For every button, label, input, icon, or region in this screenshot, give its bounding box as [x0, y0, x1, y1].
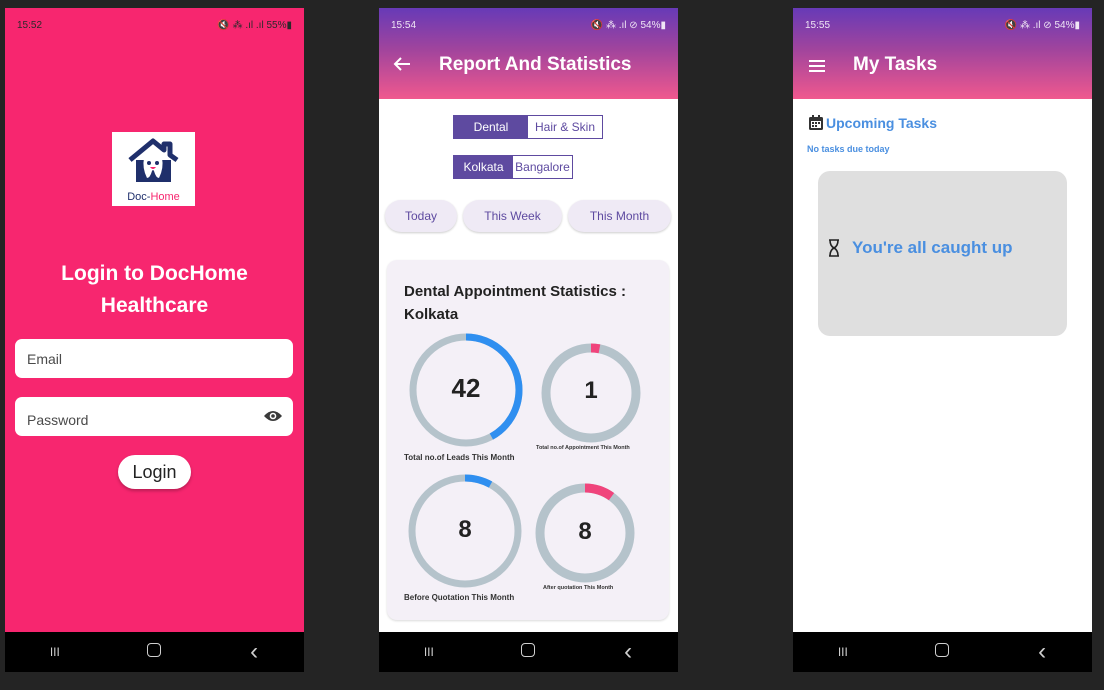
- home-button[interactable]: [508, 642, 548, 662]
- chip-this-week[interactable]: This Week: [463, 200, 562, 232]
- system-nav-bar: III ‹: [379, 632, 678, 672]
- category-toggle: Dental Hair & Skin: [453, 115, 603, 139]
- password-field[interactable]: Password: [15, 397, 293, 436]
- password-placeholder: Password: [27, 411, 89, 428]
- recents-button[interactable]: III: [823, 645, 863, 659]
- back-arrow-icon[interactable]: [393, 56, 411, 72]
- chip-this-month[interactable]: This Month: [568, 200, 671, 232]
- status-icons: 🔇 ⁂ .ıl ⊘ 54%▮: [590, 19, 666, 31]
- status-bar: 15:54 🔇 ⁂ .ıl ⊘ 54%▮: [379, 8, 678, 42]
- status-time: 15:52: [17, 19, 43, 31]
- after-quotation-caption: After quotation This Month: [543, 585, 614, 591]
- hamburger-menu-icon[interactable]: [809, 60, 825, 72]
- stats-card: Dental Appointment Statistics : Kolkata …: [387, 260, 669, 620]
- home-icon: [935, 642, 950, 657]
- house-tooth-icon: [128, 138, 179, 182]
- before-quotation-caption: Before Quotation This Month: [404, 593, 515, 602]
- home-button[interactable]: [134, 642, 174, 662]
- status-time: 15:54: [391, 19, 417, 31]
- status-bar: 15:52 🔇 ⁂ .ıl .ıl 55%▮: [5, 8, 304, 42]
- back-button[interactable]: ‹: [1022, 638, 1062, 666]
- upcoming-tasks-label: Upcoming Tasks: [826, 115, 937, 131]
- card-title: Dental Appointment Statistics : Kolkata: [404, 283, 626, 323]
- recents-button[interactable]: III: [409, 645, 449, 659]
- before-quotation-value: 8: [458, 516, 472, 543]
- upcoming-tasks-heading: Upcoming Tasks: [808, 115, 937, 131]
- dochome-logo: Doc-Home: [112, 132, 195, 206]
- after-quotation-value: 8: [578, 518, 592, 545]
- logo-text: Doc-Home: [127, 191, 180, 203]
- appointments-value: 1: [584, 377, 598, 404]
- login-title: Login to DocHome Healthcare: [61, 262, 248, 317]
- report-screen: 15:54 🔇 ⁂ .ıl ⊘ 54%▮ Report And Statisti…: [379, 8, 678, 672]
- back-button[interactable]: ‹: [234, 638, 274, 666]
- tab-kolkata[interactable]: Kolkata: [454, 156, 513, 178]
- chip-today[interactable]: Today: [385, 200, 457, 232]
- app-bar: 15:55 🔇 ⁂ .ıl ⊘ 54%▮ My Tasks: [793, 8, 1092, 99]
- recents-button[interactable]: III: [35, 645, 75, 659]
- tab-bangalore[interactable]: Bangalore: [513, 156, 572, 178]
- system-nav-bar: III ‹: [5, 632, 304, 672]
- status-time: 15:55: [805, 19, 831, 31]
- home-button[interactable]: [922, 642, 962, 662]
- status-bar: 15:55 🔇 ⁂ .ıl ⊘ 54%▮: [793, 8, 1092, 42]
- tab-hair-skin[interactable]: Hair & Skin: [528, 116, 602, 138]
- caught-up-message: You're all caught up: [828, 238, 1013, 258]
- leads-value: 42: [451, 373, 481, 403]
- app-bar: 15:54 🔇 ⁂ .ıl ⊘ 54%▮ Report And Statisti…: [379, 8, 678, 99]
- home-icon: [147, 642, 162, 657]
- login-button[interactable]: Login: [118, 455, 191, 489]
- eye-icon[interactable]: [263, 408, 283, 424]
- login-screen: 15:52 🔇 ⁂ .ıl .ıl 55%▮ Doc-Home Login to…: [5, 8, 304, 672]
- email-placeholder: Email: [27, 350, 63, 367]
- page-title: Report And Statistics: [439, 54, 632, 75]
- hourglass-icon: [829, 239, 839, 257]
- caught-up-label: You're all caught up: [852, 238, 1013, 257]
- system-nav-bar: III ‹: [793, 632, 1092, 672]
- no-tasks-text: No tasks due today: [807, 144, 890, 154]
- calendar-icon: [809, 115, 823, 130]
- back-button[interactable]: ‹: [608, 638, 648, 666]
- home-icon: [521, 642, 536, 657]
- city-toggle: Kolkata Bangalore: [453, 155, 573, 179]
- status-icons: 🔇 ⁂ .ıl .ıl 55%▮: [217, 19, 292, 31]
- tasks-screen: 15:55 🔇 ⁂ .ıl ⊘ 54%▮ My Tasks Upcoming T…: [793, 8, 1092, 672]
- leads-caption: Total no.of Leads This Month: [404, 453, 515, 462]
- appointments-caption: Total no.of Appointment This Month: [536, 445, 630, 451]
- status-icons: 🔇 ⁂ .ıl ⊘ 54%▮: [1004, 19, 1080, 31]
- email-field[interactable]: Email: [15, 339, 293, 378]
- page-title: My Tasks: [853, 54, 938, 75]
- caught-up-card: You're all caught up: [818, 171, 1067, 336]
- tab-dental[interactable]: Dental: [454, 116, 528, 138]
